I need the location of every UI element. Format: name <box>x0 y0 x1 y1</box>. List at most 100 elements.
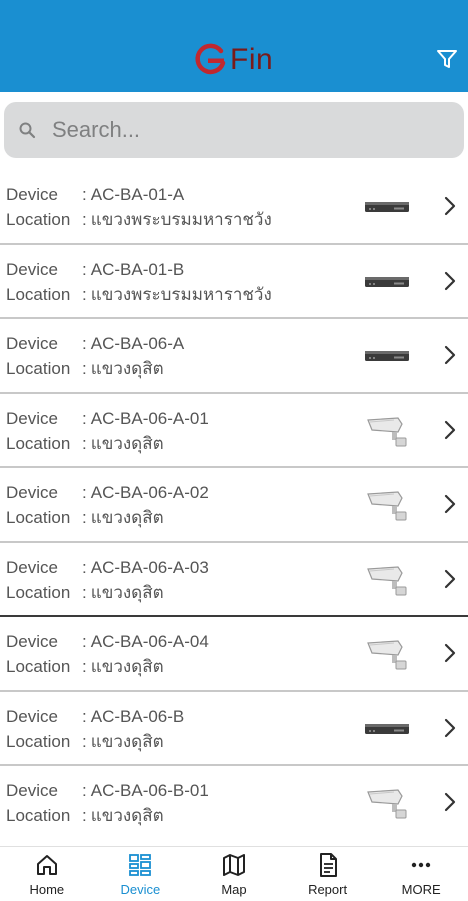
tab-label: Map <box>221 882 247 897</box>
cctv-camera-icon <box>362 635 412 673</box>
location-value: แขวงพระบรมมหาราชวัง <box>90 284 272 304</box>
nvr-recorder-icon <box>362 188 412 226</box>
separator: : <box>82 359 87 378</box>
search-bar[interactable] <box>4 102 464 158</box>
separator: : <box>82 408 87 428</box>
device-id: AC-BA-06-B <box>90 706 185 726</box>
device-list-item[interactable]: Device: AC-BA-06-A-03 Location: แขวงดุสิต <box>0 543 468 617</box>
separator: : <box>82 210 87 229</box>
chevron-right-icon[interactable] <box>440 343 460 367</box>
device-label: Device <box>6 483 58 502</box>
report-icon <box>315 852 341 878</box>
device-label: Device <box>6 632 58 651</box>
device-id: AC-BA-06-B-01 <box>90 781 209 800</box>
logo-mark-icon <box>195 43 226 75</box>
device-list-item[interactable]: Device: AC-BA-01-A Location: แขวงพระบรมมหา… <box>0 170 468 245</box>
location-value: แขวงดุสิต <box>90 731 164 751</box>
device-list-item[interactable]: Device: AC-BA-06-A-04 Location: แขวงดุสิต <box>0 617 468 692</box>
device-id: AC-BA-06-A-03 <box>90 557 209 577</box>
device-id: AC-BA-06-A <box>90 334 185 353</box>
device-label: Device <box>6 408 58 428</box>
separator: : <box>82 334 87 353</box>
separator: : <box>82 284 87 304</box>
chevron-right-icon[interactable] <box>440 641 460 665</box>
device-label: Device <box>6 706 58 726</box>
device-list-item[interactable]: Device: AC-BA-06-B Location: แขวงดุสิต <box>0 692 468 766</box>
location-value: แขวงดุสิต <box>90 806 164 825</box>
device-id: AC-BA-06-A-02 <box>90 483 209 502</box>
device-list-item[interactable]: Device: AC-BA-06-A Location: แขวงดุสิต <box>0 319 468 394</box>
nvr-recorder-icon <box>362 263 412 301</box>
location-value: แขวงดุสิต <box>90 508 164 527</box>
home-icon <box>34 852 60 878</box>
separator: : <box>82 781 87 800</box>
chevron-right-icon[interactable] <box>440 492 460 516</box>
device-grid-icon <box>127 852 153 878</box>
tab-more[interactable]: MORE <box>374 847 468 901</box>
device-label: Device <box>6 334 58 353</box>
chevron-right-icon[interactable] <box>440 269 460 293</box>
tab-device[interactable]: Device <box>94 847 188 901</box>
search-area <box>0 92 468 170</box>
location-label: Location <box>6 433 71 453</box>
device-id: AC-BA-06-A-04 <box>90 632 209 651</box>
device-list-item[interactable]: Device: AC-BA-06-B-01 Location: แขวงดุสิต <box>0 766 468 839</box>
tab-label: MORE <box>401 882 441 897</box>
device-label: Device <box>6 259 58 279</box>
device-list-item[interactable]: Device: AC-BA-01-B Location: แขวงพระบรมมหา… <box>0 245 468 319</box>
chevron-right-icon[interactable] <box>440 418 460 442</box>
tab-label: Report <box>308 882 348 897</box>
nvr-recorder-icon <box>362 337 412 375</box>
separator: : <box>82 508 87 527</box>
device-list-item[interactable]: Device: AC-BA-06-A-02 Location: แขวงดุสิต <box>0 468 468 543</box>
separator: : <box>82 433 87 453</box>
separator: : <box>82 483 87 502</box>
app-logo: Fin <box>194 40 273 80</box>
search-icon <box>18 120 38 140</box>
tab-report[interactable]: Report <box>281 847 375 901</box>
chevron-right-icon[interactable] <box>440 790 460 814</box>
separator: : <box>82 259 87 279</box>
tab-label: Device <box>120 882 161 897</box>
location-value: แขวงดุสิต <box>90 657 164 676</box>
location-label: Location <box>6 657 71 676</box>
chevron-right-icon[interactable] <box>440 194 460 218</box>
cctv-camera-icon <box>362 784 412 822</box>
cctv-camera-icon <box>362 412 412 450</box>
location-label: Location <box>6 508 71 527</box>
search-input[interactable] <box>50 116 434 144</box>
separator: : <box>82 806 87 825</box>
location-value: แขวงดุสิต <box>90 359 164 378</box>
device-id: AC-BA-06-A-01 <box>90 408 209 428</box>
map-icon <box>221 852 247 878</box>
device-list-item[interactable]: Device: AC-BA-06-A-01 Location: แขวงดุสิต <box>0 394 468 468</box>
tab-map[interactable]: Map <box>187 847 281 901</box>
separator: : <box>82 632 87 651</box>
location-label: Location <box>6 359 71 378</box>
separator: : <box>82 706 87 726</box>
device-label: Device <box>6 185 58 204</box>
chevron-right-icon[interactable] <box>440 567 460 591</box>
separator: : <box>82 657 87 676</box>
location-label: Location <box>6 806 71 825</box>
nvr-recorder-icon <box>362 710 412 748</box>
device-label: Device <box>6 781 58 800</box>
filter-button[interactable] <box>432 44 462 74</box>
tab-home[interactable]: Home <box>0 847 94 901</box>
separator: : <box>82 731 87 751</box>
app-header: Fin <box>0 0 468 92</box>
bottom-tab-bar: Home Device Map Report MORE <box>0 846 468 901</box>
location-value: แขวงพระบรมมหาราชวัง <box>90 210 272 229</box>
location-label: Location <box>6 731 71 751</box>
location-value: แขวงดุสิต <box>90 433 164 453</box>
chevron-right-icon[interactable] <box>440 716 460 740</box>
location-label: Location <box>6 582 71 602</box>
location-value: แขวงดุสิต <box>90 582 164 602</box>
more-dots-icon <box>408 852 434 878</box>
device-list: Device: AC-BA-01-A Location: แขวงพระบรมมหา… <box>0 170 468 846</box>
cctv-camera-icon <box>362 486 412 524</box>
filter-icon <box>437 50 457 68</box>
logo-text: Fin <box>230 43 274 76</box>
location-label: Location <box>6 284 71 304</box>
separator: : <box>82 185 87 204</box>
